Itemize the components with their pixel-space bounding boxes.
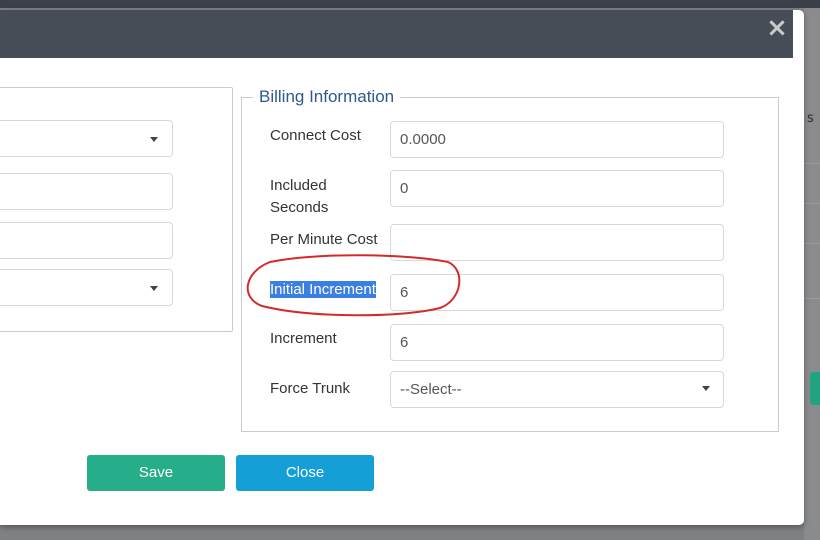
close-icon[interactable]: ×: [766, 15, 788, 41]
initial-increment-label: Initial Increment: [270, 279, 376, 301]
left-select-1[interactable]: [0, 120, 173, 157]
chevron-down-icon: [150, 286, 158, 291]
app-topbar: [0, 0, 820, 8]
billing-legend: Billing Information: [253, 87, 401, 107]
per-minute-cost-input[interactable]: [390, 224, 724, 261]
increment-label: Increment: [270, 330, 337, 347]
background-divider: [804, 163, 820, 164]
force-trunk-select[interactable]: --Select--: [390, 371, 724, 408]
left-input-2[interactable]: [0, 222, 173, 259]
chevron-down-icon: [702, 386, 710, 391]
close-button[interactable]: Close: [236, 455, 374, 491]
save-button[interactable]: Save: [87, 455, 225, 491]
modal-header: [0, 10, 793, 58]
left-select-2[interactable]: [0, 269, 173, 306]
connect-cost-input[interactable]: 0.0000: [390, 121, 724, 158]
background-text-fragment: s: [807, 111, 814, 126]
chevron-down-icon: [150, 137, 158, 142]
per-minute-cost-label: Per Minute Cost: [270, 231, 378, 248]
connect-cost-label: Connect Cost: [270, 127, 361, 144]
increment-input[interactable]: 6: [390, 324, 724, 361]
left-fieldset: [0, 87, 233, 332]
background-divider: [804, 298, 820, 299]
background-page: s: [804, 8, 820, 540]
background-divider: [804, 203, 820, 204]
selected-text: Initial Increment: [270, 281, 376, 298]
included-seconds-label: Included Seconds: [270, 177, 329, 216]
background-green-button[interactable]: [810, 372, 820, 405]
included-seconds-input[interactable]: 0: [390, 170, 724, 207]
force-trunk-label: Force Trunk: [270, 380, 351, 397]
initial-increment-input[interactable]: 6: [390, 274, 724, 311]
left-input-1[interactable]: [0, 173, 173, 210]
background-divider: [804, 243, 820, 244]
